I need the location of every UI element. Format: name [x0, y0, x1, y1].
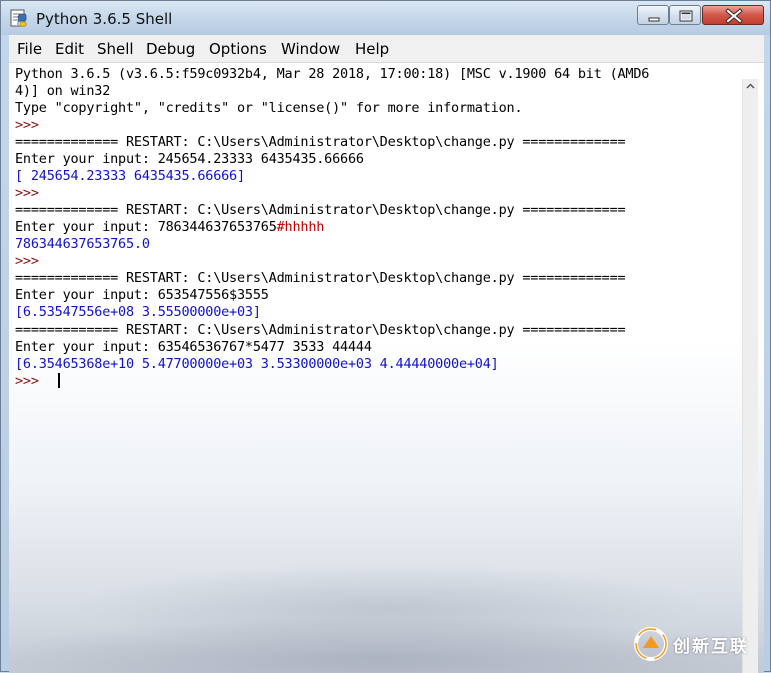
- text-cursor: [58, 373, 60, 388]
- maximize-button[interactable]: [669, 5, 701, 25]
- output-line: [ 245654.23333 6435435.66666]: [15, 168, 245, 184]
- watermark: 创新互联: [633, 624, 771, 664]
- restart-line: ============= RESTART: C:\Users\Administ…: [15, 322, 626, 338]
- input-label: Enter your input:: [15, 219, 158, 235]
- input-comment: #hhhhh: [276, 219, 325, 235]
- maximize-icon: [679, 10, 693, 22]
- chuangxin-hulian-logo: [634, 627, 668, 661]
- input-line: Enter your input: 63546536767*5477 3533 …: [15, 339, 372, 356]
- input-label: Enter your input:: [15, 287, 158, 303]
- input-label: Enter your input:: [15, 151, 158, 167]
- window-title: Python 3.6.5 Shell: [36, 10, 173, 28]
- menu-shell[interactable]: Shell: [97, 40, 134, 58]
- input-line: Enter your input: 653547556$3555: [15, 287, 269, 304]
- shell-prompt: >>>: [15, 117, 39, 133]
- input-label: Enter your input:: [15, 339, 158, 355]
- input-value: 245654.23333 6435435.66666: [157, 151, 364, 167]
- input-value: 653547556$3555: [157, 287, 269, 303]
- menu-debug[interactable]: Debug: [146, 40, 195, 58]
- menu-bar: File Edit Shell Debug Options Window Hel…: [9, 35, 764, 63]
- menu-file[interactable]: File: [17, 40, 42, 58]
- restart-line: ============= RESTART: C:\Users\Administ…: [15, 202, 626, 218]
- restart-line: ============= RESTART: C:\Users\Administ…: [15, 134, 626, 150]
- input-line: Enter your input: 786344637653765#hhhhh: [15, 219, 324, 236]
- menu-help[interactable]: Help: [355, 40, 389, 58]
- output-line: [6.35465368e+10 5.47700000e+03 3.5330000…: [15, 356, 499, 372]
- idle-shell-window: Python 3.6.5 Shell File Edit Shell Debug…: [0, 0, 771, 673]
- output-line: 786344637653765.0: [15, 236, 150, 252]
- scroll-up-arrow-icon[interactable]: [745, 81, 756, 92]
- output-line: [6.53547556e+08 3.55500000e+03]: [15, 304, 261, 320]
- input-line: Enter your input: 245654.23333 6435435.6…: [15, 151, 364, 168]
- minimize-button[interactable]: [637, 5, 669, 25]
- shell-prompt: >>>: [15, 253, 39, 269]
- menu-options[interactable]: Options: [209, 40, 267, 58]
- close-icon: [725, 8, 743, 24]
- banner-line-2: 4)] on win32: [15, 83, 111, 99]
- watermark-text: 创新互联: [673, 637, 749, 657]
- python-idle-icon: [10, 9, 27, 27]
- banner-line-3: Type "copyright", "credits" or "license(…: [15, 100, 523, 116]
- close-button[interactable]: [702, 5, 764, 25]
- banner-line-1: Python 3.6.5 (v3.6.5:f59c0932b4, Mar 28 …: [15, 66, 650, 82]
- menu-window[interactable]: Window: [281, 40, 340, 58]
- shell-prompt: >>>: [15, 185, 39, 201]
- shell-text-area[interactable]: Python 3.6.5 (v3.6.5:f59c0932b4, Mar 28 …: [9, 63, 764, 673]
- title-bar[interactable]: Python 3.6.5 Shell: [1, 1, 770, 35]
- vertical-scrollbar[interactable]: [742, 79, 758, 673]
- menu-edit[interactable]: Edit: [55, 40, 84, 58]
- input-value: 63546536767*5477 3533 44444: [157, 339, 372, 355]
- minimize-icon: [648, 17, 660, 22]
- shell-prompt: >>>: [15, 373, 39, 389]
- restart-line: ============= RESTART: C:\Users\Administ…: [15, 270, 626, 286]
- input-value: 786344637653765: [157, 219, 277, 235]
